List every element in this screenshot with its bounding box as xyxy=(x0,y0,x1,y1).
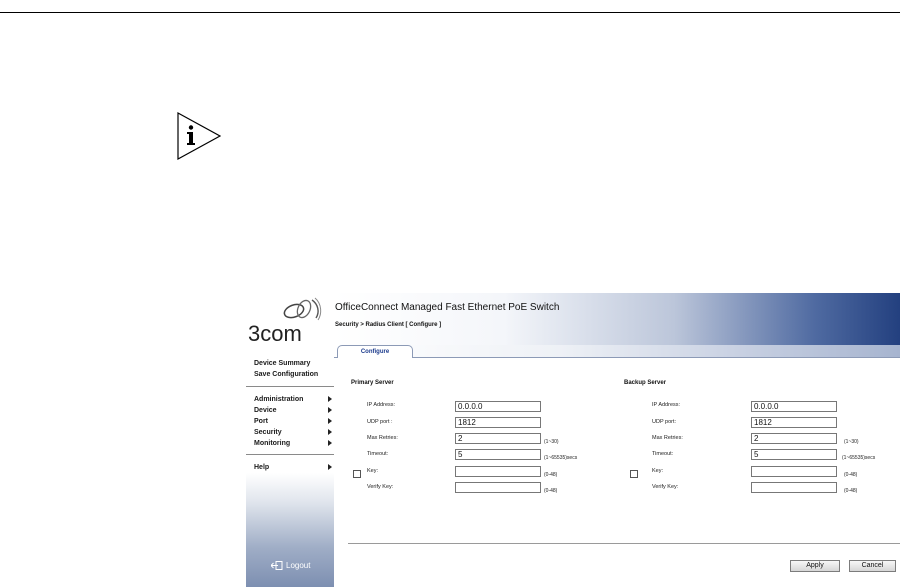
cancel-button[interactable]: Cancel xyxy=(849,560,896,572)
backup-ip-input[interactable]: 0.0.0.0 xyxy=(751,401,837,412)
primary-key-input[interactable] xyxy=(455,466,541,477)
brand-logo: 3com xyxy=(248,293,334,351)
apply-button[interactable]: Apply xyxy=(790,560,840,572)
web-ui-screenshot: 3com Device Summary Save Configuration A… xyxy=(246,293,900,587)
backup-timeout-hint: (1~65535)secs xyxy=(842,455,876,461)
sidebar-item-label: Help xyxy=(254,464,270,471)
brand-name: 3com xyxy=(248,321,302,346)
sidebar-item-label: Administration xyxy=(254,396,304,403)
sidebar-item-device-summary[interactable]: Device Summary xyxy=(254,358,318,369)
backup-key-input[interactable] xyxy=(751,466,837,477)
triangle-right-icon xyxy=(328,464,332,470)
backup-udp-label: UDP port: xyxy=(652,419,677,425)
triangle-right-icon xyxy=(328,440,332,446)
page-header: OfficeConnect Managed Fast Ethernet PoE … xyxy=(334,293,900,345)
triangle-right-icon xyxy=(328,407,332,413)
backup-retries-input[interactable]: 2 xyxy=(751,433,837,444)
primary-retries-label: Max Retries: xyxy=(367,435,398,441)
tab-bar: Configure xyxy=(334,345,900,359)
sidebar-item-label: Monitoring xyxy=(254,440,291,447)
sidebar-help: Help xyxy=(254,462,334,473)
sidebar-item-security[interactable]: Security xyxy=(254,427,334,438)
product-title: OfficeConnect Managed Fast Ethernet PoE … xyxy=(335,302,560,313)
primary-verify-hint: (0-48) xyxy=(544,488,558,494)
logout-icon xyxy=(271,561,283,570)
info-note-icon xyxy=(177,112,221,160)
primary-udp-input[interactable]: 1812 xyxy=(455,417,541,428)
sidebar-item-monitoring[interactable]: Monitoring xyxy=(254,438,334,449)
sidebar-item-label: Security xyxy=(254,429,282,436)
page-top-rule xyxy=(0,12,900,13)
logout-link[interactable]: Logout xyxy=(271,561,310,570)
primary-timeout-label: Timeout: xyxy=(367,451,389,457)
primary-udp-label: UDP port : xyxy=(367,419,393,425)
backup-key-label: Key: xyxy=(652,468,664,474)
backup-verify-hint: (0-48) xyxy=(844,488,858,494)
sidebar-item-port[interactable]: Port xyxy=(254,416,334,427)
primary-verify-input[interactable] xyxy=(455,482,541,493)
backup-verify-input[interactable] xyxy=(751,482,837,493)
sidebar-item-help[interactable]: Help xyxy=(254,462,334,473)
primary-timeout-hint: (1~65535)secs xyxy=(544,455,578,461)
sidebar-divider xyxy=(246,386,334,387)
sidebar: 3com Device Summary Save Configuration A… xyxy=(246,293,334,587)
triangle-right-icon xyxy=(328,418,332,424)
tab-configure[interactable]: Configure xyxy=(337,345,413,359)
sidebar-item-device[interactable]: Device xyxy=(254,405,334,416)
logout-label: Logout xyxy=(286,561,311,570)
sidebar-item-label: Port xyxy=(254,418,268,425)
logo-swirl-icon xyxy=(283,297,322,321)
primary-server-title: Primary Server xyxy=(351,380,394,386)
backup-timeout-label: Timeout: xyxy=(652,451,674,457)
breadcrumb: Security > Radius Client [ Configure ] xyxy=(335,322,442,328)
backup-verify-label: Verify Key: xyxy=(652,484,679,490)
backup-retries-hint: (1~30) xyxy=(844,439,859,445)
backup-udp-input[interactable]: 1812 xyxy=(751,417,837,428)
primary-key-hint: (0-48) xyxy=(544,472,558,478)
triangle-right-icon xyxy=(328,429,332,435)
backup-timeout-input[interactable]: 5 xyxy=(751,449,837,460)
primary-key-label: Key: xyxy=(367,468,379,474)
primary-ip-input[interactable]: 0.0.0.0 xyxy=(455,401,541,412)
sidebar-top-links: Device Summary Save Configuration xyxy=(254,358,318,380)
primary-verify-label: Verify Key: xyxy=(367,484,394,490)
primary-ip-label: IP Address: xyxy=(367,402,396,408)
primary-key-checkbox[interactable] xyxy=(353,470,361,478)
radius-client-form: Primary Server IP Address: 0.0.0.0 UDP p… xyxy=(334,358,900,587)
form-divider xyxy=(348,543,900,544)
triangle-right-icon xyxy=(328,396,332,402)
sidebar-divider xyxy=(246,454,334,455)
sidebar-menu: Administration Device Port Security Moni… xyxy=(254,394,334,449)
backup-key-checkbox[interactable] xyxy=(630,470,638,478)
primary-retries-hint: (1~30) xyxy=(544,439,559,445)
backup-ip-label: IP Address: xyxy=(652,402,681,408)
sidebar-item-save-configuration[interactable]: Save Configuration xyxy=(254,369,318,380)
primary-retries-input[interactable]: 2 xyxy=(455,433,541,444)
sidebar-item-label: Device xyxy=(254,407,277,414)
backup-server-title: Backup Server xyxy=(624,380,667,386)
backup-retries-label: Max Retries: xyxy=(652,435,683,441)
primary-timeout-input[interactable]: 5 xyxy=(455,449,541,460)
sidebar-item-administration[interactable]: Administration xyxy=(254,394,334,405)
backup-key-hint: (0-48) xyxy=(844,472,858,478)
